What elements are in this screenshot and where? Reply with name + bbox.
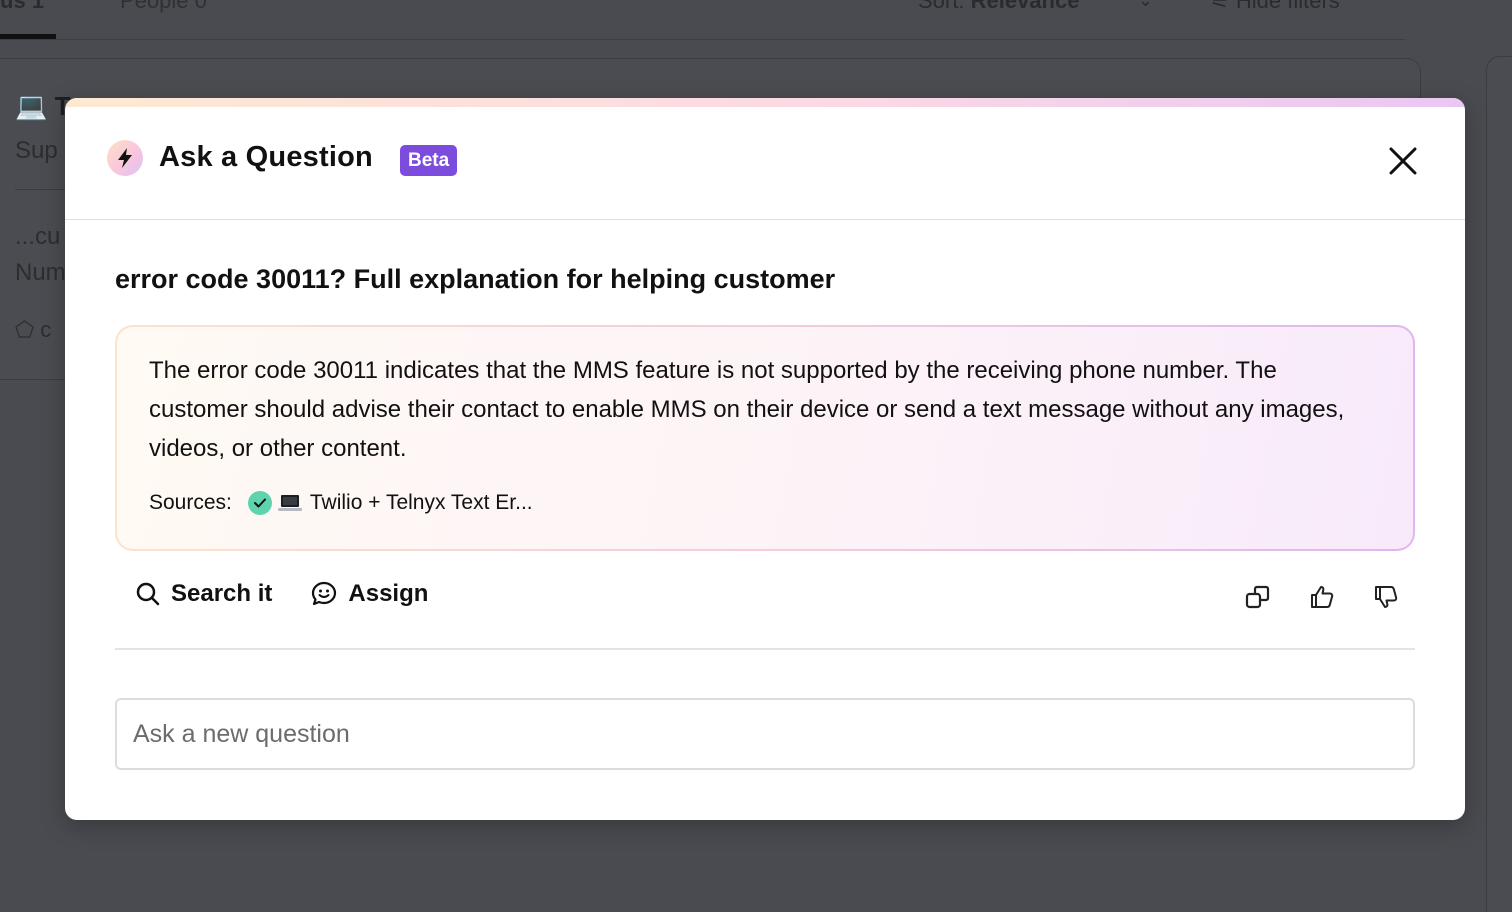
filter-icon: ⚟ [1210,0,1230,13]
tab-results[interactable]: us 1 [0,0,44,14]
ask-question-modal: Ask a Question Beta error code 30011? Fu… [65,98,1465,820]
close-icon [1389,147,1417,175]
sources-label: Sources: [149,491,232,514]
thumbs-up-icon [1311,586,1334,608]
section-divider [115,648,1415,650]
sources-row: Sources: Twilio + Telnyx Text Er... [149,491,533,515]
result-card-tag: ⬠ c [15,317,52,342]
hide-filters-label: Hide filters [1235,0,1340,13]
sort-label: Sort: [918,0,965,13]
close-button[interactable] [1383,141,1423,181]
result-card-snippet: ...cu [15,223,61,250]
answer-box: The error code 30011 indicates that the … [115,325,1415,551]
assign-label: Assign [348,580,429,607]
question-text: error code 30011? Full explanation for h… [115,264,836,294]
verified-check-icon [247,491,272,515]
sort-dropdown[interactable]: Sort: Relevance [918,0,1079,14]
answer-actions: Search it Assign [135,580,466,608]
active-tab-indicator [0,34,56,39]
beta-badge: Beta [400,145,458,176]
sort-value: Relevance [970,0,1080,13]
laptop-icon: 💻 [15,91,48,121]
side-panel [1486,56,1512,912]
modal-header: Ask a Question Beta [65,107,1465,220]
hide-filters-button[interactable]: ⚟ Hide filters [1210,0,1340,14]
new-question-input[interactable] [115,698,1415,770]
thumbs-down-icon [1375,586,1398,608]
lightning-bolt-icon [107,140,143,176]
thumbs-up-button[interactable] [1307,582,1337,612]
modal-gradient-bar [65,98,1465,107]
tag-icon: ⬠ [15,317,35,342]
answer-text: The error code 30011 indicates that the … [149,357,1345,462]
modal-title: Ask a Question [159,141,373,173]
copy-icon [1245,585,1270,609]
result-card-title: 💻 T [15,91,71,121]
results-tabs: us 1 People 0 Sort: Relevance ⌄ ⚟ Hide f… [0,0,1405,40]
result-card-snippet: Num [15,259,66,286]
thumbs-down-button[interactable] [1371,582,1401,612]
chat-smile-icon [312,581,337,606]
source-link[interactable]: Twilio + Telnyx Text Er... [310,491,533,515]
assign-button[interactable]: Assign [310,580,428,608]
search-it-button[interactable]: Search it [135,580,272,608]
copy-button[interactable] [1243,582,1273,612]
laptop-icon [277,495,302,511]
search-icon [136,582,160,606]
result-card-subtitle: Sup [15,137,58,164]
search-it-label: Search it [171,580,273,607]
tab-people[interactable]: People 0 [120,0,207,14]
chevron-down-icon[interactable]: ⌄ [1138,0,1153,11]
